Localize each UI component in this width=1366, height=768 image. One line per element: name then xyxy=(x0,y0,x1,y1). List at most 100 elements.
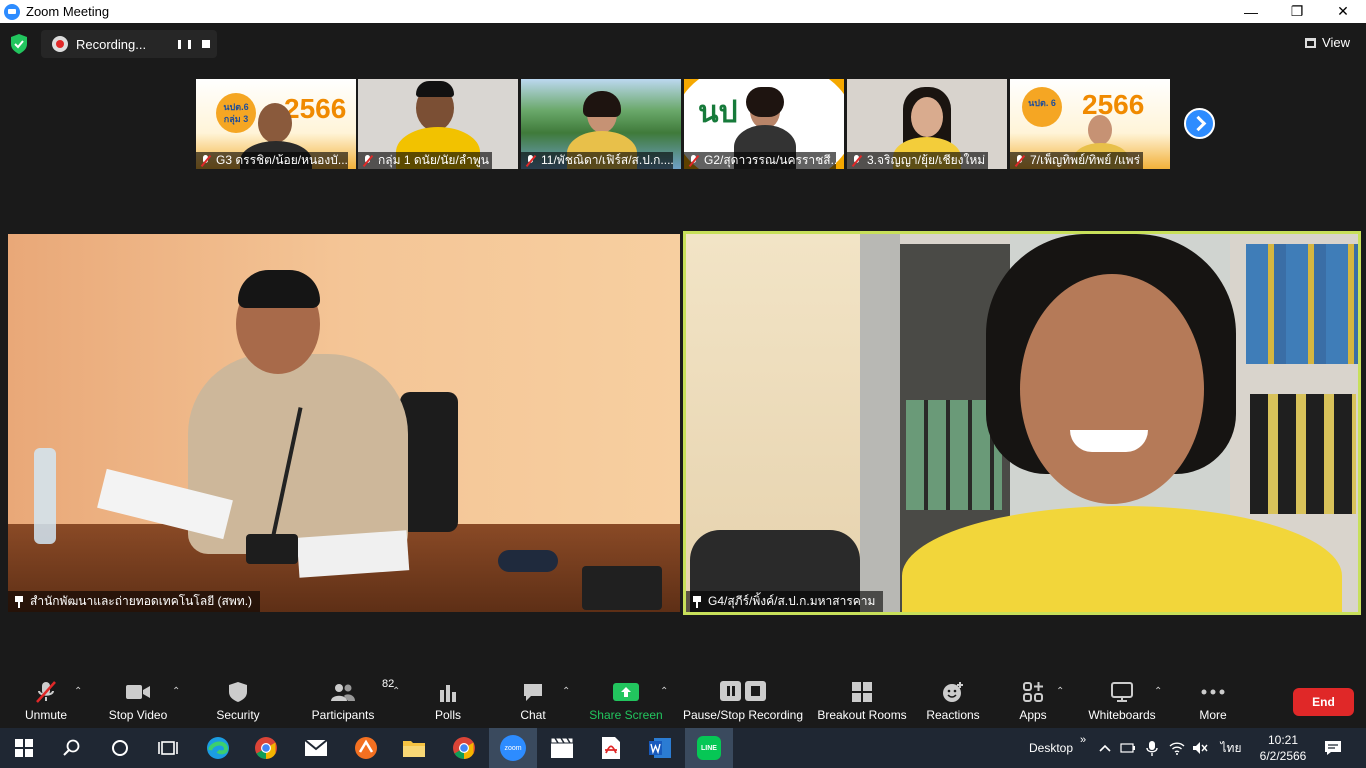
recording-indicator: Recording... xyxy=(41,30,217,58)
edge-browser-icon[interactable] xyxy=(194,728,242,768)
double-chevron-icon[interactable]: » xyxy=(1076,720,1090,760)
line-app-icon[interactable]: LINE xyxy=(685,728,733,768)
end-meeting-button[interactable]: End xyxy=(1293,688,1354,716)
chevron-up-icon[interactable]: ⌃ xyxy=(392,686,400,697)
desktop-toolbar[interactable]: Desktop xyxy=(1024,728,1078,768)
video-camera-icon xyxy=(125,680,151,704)
windows-taskbar: zoom LINE Desktop » ไทย 10:21 6/2/2566 xyxy=(0,728,1366,768)
participant-thumbnail[interactable]: นปต. 6 2566 7/เพ็ญทิพย์/ทิพย์ /แพร่ xyxy=(1010,79,1170,169)
battery-icon[interactable] xyxy=(1118,728,1138,768)
clock[interactable]: 10:21 6/2/2566 xyxy=(1250,728,1316,768)
pdf-reader-icon[interactable] xyxy=(587,728,635,768)
orange-app-icon[interactable] xyxy=(342,728,390,768)
search-icon[interactable] xyxy=(48,728,96,768)
chevron-up-icon[interactable]: ⌃ xyxy=(562,686,570,697)
microphone-icon[interactable] xyxy=(1142,728,1162,768)
chevron-up-icon[interactable]: ⌃ xyxy=(1056,686,1064,697)
microphone-base xyxy=(246,534,298,564)
pin-icon xyxy=(14,595,24,608)
chevron-up-icon[interactable]: ⌃ xyxy=(660,686,668,697)
muted-mic-icon xyxy=(199,154,212,167)
file-explorer-icon[interactable] xyxy=(390,728,438,768)
polls-button[interactable]: Polls xyxy=(426,678,470,728)
reactions-button[interactable]: Reactions xyxy=(924,678,982,728)
polls-label: Polls xyxy=(434,708,461,722)
security-label: Security xyxy=(216,708,260,722)
participant-thumbnail[interactable]: กลุ่ม 1 ดนัย/นัย/ลำพูน xyxy=(358,79,518,169)
chrome-icon[interactable] xyxy=(242,728,290,768)
speaker-hair xyxy=(238,270,320,308)
participant-name-label: G3 ดรรชิต/น้อย/หนองบั... xyxy=(196,152,348,169)
language-indicator[interactable]: ไทย xyxy=(1216,728,1246,768)
reactions-label: Reactions xyxy=(926,708,980,722)
breakout-rooms-label: Breakout Rooms xyxy=(817,708,907,722)
notifications-icon[interactable] xyxy=(1320,728,1346,768)
stop-video-button[interactable]: Stop Video xyxy=(104,678,172,728)
participant-face xyxy=(1088,115,1112,145)
share-screen-button[interactable]: Share Screen xyxy=(588,678,664,728)
cortana-icon[interactable] xyxy=(96,728,144,768)
door-frame xyxy=(860,234,900,612)
stop-recording-icon[interactable] xyxy=(195,33,217,55)
task-view-icon[interactable] xyxy=(144,728,192,768)
apps-label: Apps xyxy=(1019,708,1047,722)
pin-icon xyxy=(692,595,702,608)
participant-thumbnail[interactable]: นป G2/สุดาวรรณ/นครราชสี... xyxy=(684,79,844,169)
chat-button[interactable]: Chat xyxy=(512,678,554,728)
unmute-button[interactable]: Unmute xyxy=(18,678,74,728)
maximize-button[interactable]: ❐ xyxy=(1274,0,1320,23)
recording-dot-icon xyxy=(52,36,68,52)
speaker-face xyxy=(1020,274,1204,504)
whiteboards-button[interactable]: Whiteboards xyxy=(1084,678,1160,728)
participant-thumbnail[interactable]: 3.จริญญา/ยุ้ย/เชียงใหม่ xyxy=(847,79,1007,169)
more-label: More xyxy=(1199,708,1227,722)
wifi-icon[interactable] xyxy=(1166,728,1188,768)
more-dots-icon xyxy=(1201,680,1225,704)
chevron-up-icon[interactable]: ⌃ xyxy=(1154,686,1162,697)
video-editor-icon[interactable] xyxy=(538,728,586,768)
meeting-area: Recording... View นปต.6 กลุ่ม 3 2566 G3 … xyxy=(0,23,1366,678)
clock-time: 10:21 xyxy=(1267,733,1299,747)
security-button[interactable]: Security xyxy=(208,678,268,728)
participant-name-label: G2/สุดาวรรณ/นครราชสี... xyxy=(684,152,836,169)
muted-mic-icon xyxy=(361,154,374,167)
pause-stop-recording-button[interactable]: Pause/Stop Recording xyxy=(680,678,806,728)
desk-object xyxy=(498,550,558,572)
chat-bubble-icon xyxy=(522,680,544,704)
minimize-button[interactable]: — xyxy=(1228,0,1274,23)
shelf-binders xyxy=(1246,244,1358,364)
speaker-muted-icon[interactable] xyxy=(1190,728,1210,768)
muted-mic-icon xyxy=(524,154,537,167)
meeting-toolbar: Unmute ⌃ Stop Video ⌃ Security 82 Partic… xyxy=(0,678,1366,728)
zoom-taskbar-icon[interactable]: zoom xyxy=(489,728,537,768)
chevron-up-icon[interactable]: ⌃ xyxy=(172,686,180,697)
windows-start-icon[interactable] xyxy=(0,728,48,768)
smiley-face-icon xyxy=(942,680,964,704)
muted-mic-icon xyxy=(850,154,863,167)
window-title: Zoom Meeting xyxy=(26,4,110,19)
participant-thumbnail[interactable]: 11/พัชณิดา/เฟิร์ส/ส.ป.ก.... xyxy=(521,79,681,169)
video-tile-right-active-speaker[interactable]: G4/สุภีร์/พิ้งค์/ส.ป.ก.มหาสารคาม xyxy=(683,231,1361,615)
zoom-logo-icon xyxy=(4,3,20,20)
share-screen-icon xyxy=(613,680,639,704)
view-button[interactable]: View xyxy=(1305,35,1350,50)
breakout-rooms-icon xyxy=(851,680,873,704)
chevron-up-icon[interactable]: ⌃ xyxy=(74,686,82,697)
more-button[interactable]: More xyxy=(1190,678,1236,728)
breakout-rooms-button[interactable]: Breakout Rooms xyxy=(814,678,910,728)
pause-recording-icon[interactable] xyxy=(173,33,195,55)
participant-thumbnail[interactable]: นปต.6 กลุ่ม 3 2566 G3 ดรรชิต/น้อย/หนองบั… xyxy=(196,79,356,169)
word-icon[interactable] xyxy=(636,728,684,768)
shield-check-icon[interactable] xyxy=(10,34,28,54)
video-tile-left[interactable]: สำนักพัฒนาและถ่ายทอดเทคโนโลยี (สพท.) xyxy=(8,234,680,612)
chevron-up-icon[interactable] xyxy=(1096,728,1114,768)
close-button[interactable]: ✕ xyxy=(1320,0,1366,23)
bar-chart-icon xyxy=(438,680,458,704)
mail-icon[interactable] xyxy=(292,728,340,768)
next-page-arrow-icon[interactable] xyxy=(1184,108,1215,139)
event-year: 2566 xyxy=(1082,89,1145,120)
chrome-profile-icon[interactable] xyxy=(440,728,488,768)
participants-button[interactable]: 82 Participants xyxy=(306,678,395,728)
shelf-binders xyxy=(1250,394,1356,514)
apps-button[interactable]: Apps xyxy=(1014,678,1052,728)
